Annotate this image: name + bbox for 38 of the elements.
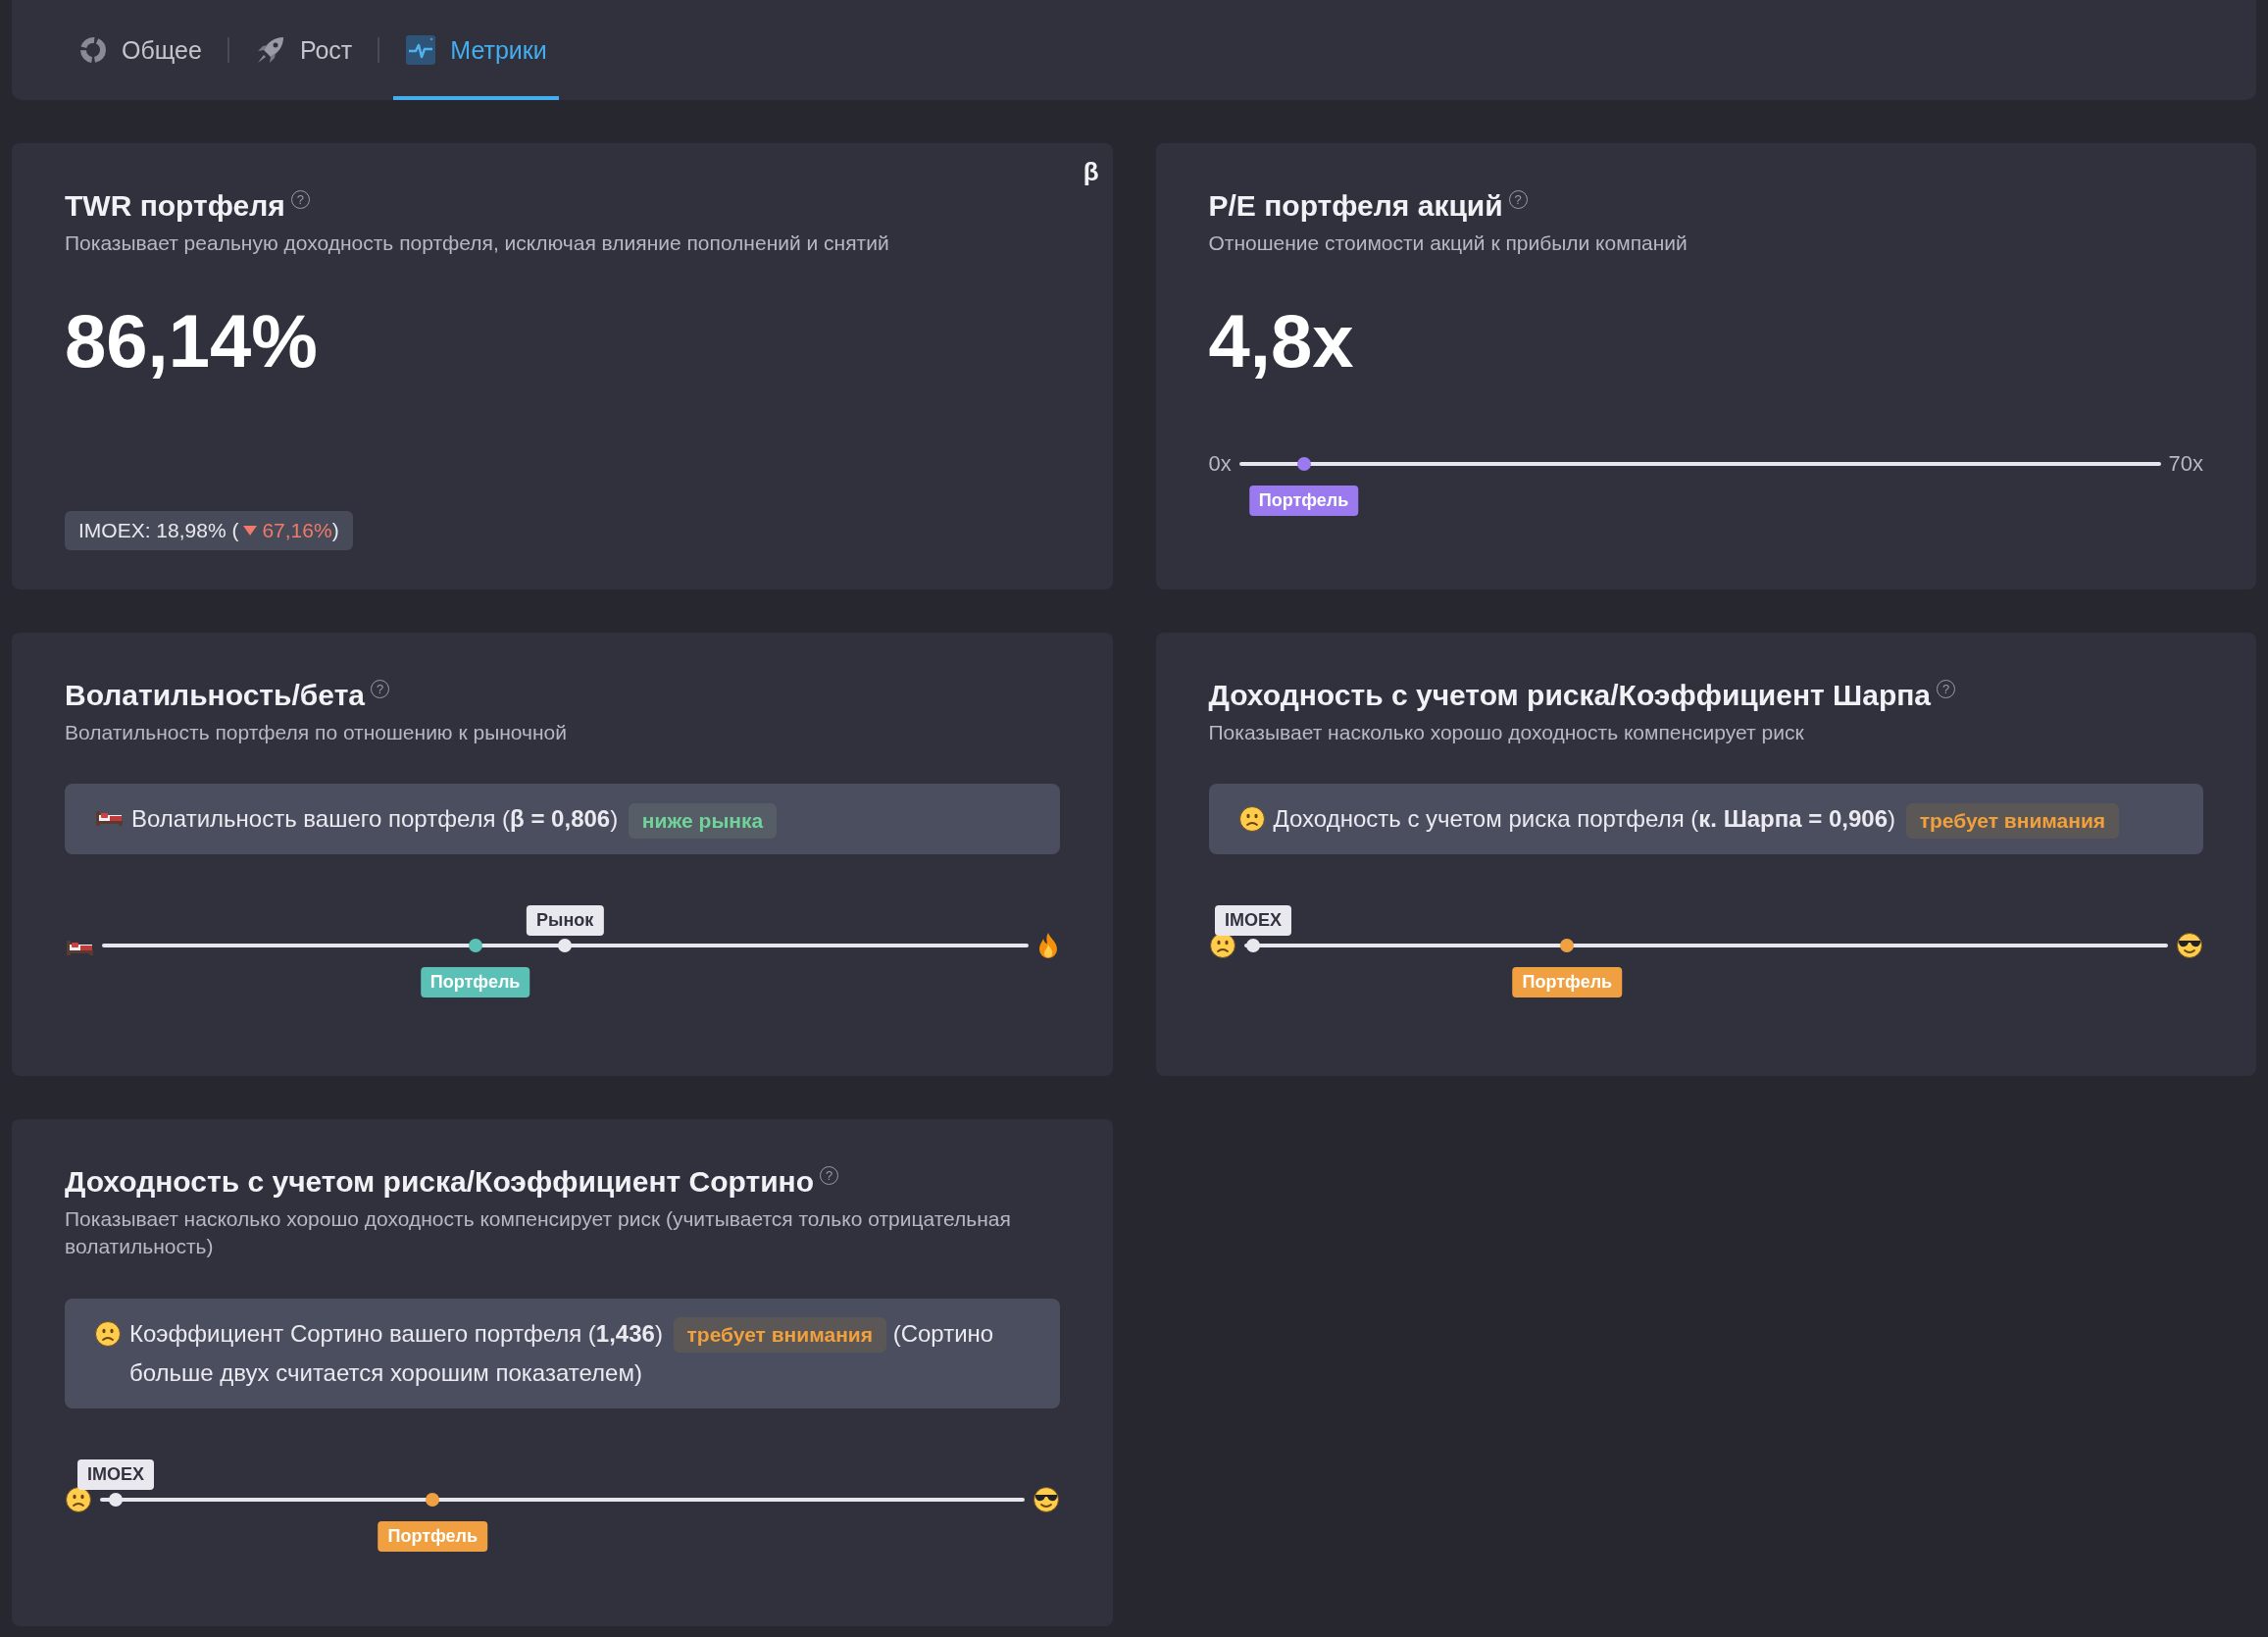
sunglasses-face-icon: [1032, 1485, 1060, 1513]
sunglasses-face-icon: [2176, 932, 2203, 960]
marker-label: Портфель: [378, 1520, 488, 1552]
tab[interactable]: Общее: [67, 0, 214, 100]
marker-label: Рынок: [527, 905, 604, 937]
metric-value: 4,8x: [1208, 304, 1355, 380]
status-text: Коэффициент Сортино вашего портфеля (1,436) требует внимания (Сортино больше двух считается хорошим показателем): [129, 1316, 995, 1388]
marker-label: Портфель: [1248, 486, 1359, 517]
marker-label: IMOEX: [1214, 905, 1291, 937]
benchmark-value: IMOEX: 18,98% (: [78, 519, 239, 542]
pulse-chart-icon: [405, 34, 437, 66]
metric-value: 86,14%: [65, 304, 319, 380]
frowning-face-icon: [65, 1485, 92, 1513]
status-text: Доходность с учетом риска портфеля (к. Шарпа = 0,906) требует внимания: [1273, 799, 2174, 840]
marker-label: Портфель: [420, 967, 530, 998]
scale-max-label: 70x: [2168, 451, 2203, 478]
benchmark-difference: 67,16%: [262, 519, 332, 542]
card-subtitle: Показывает реальную доходность портфеля, исключая влияние пополнений и снятий: [65, 230, 890, 256]
status-text: Волатильность вашего портфеля (β = 0,806) ниже рынка: [131, 799, 1031, 840]
tab[interactable]: Метрики: [393, 0, 559, 100]
card-subtitle: Волатильность портфеля по отношению к рыночной: [65, 720, 568, 745]
card-title: Волатильность/бета: [65, 678, 366, 713]
card-title: Доходность с учетом риска/Коэффициент Шарпа: [1208, 678, 1931, 713]
benchmark-value: ): [331, 519, 339, 542]
frowning-face-icon: [94, 1319, 122, 1348]
beta-mark: β: [1083, 157, 1099, 187]
marker-label: IMOEX: [77, 1458, 154, 1490]
donut-chart-icon: [78, 35, 108, 65]
frowning-face-icon: [1237, 805, 1266, 834]
card-title: Доходность с учетом риска/Коэффициент Сортино: [65, 1164, 815, 1200]
card-title: P/E портфеля акций: [1208, 188, 1503, 224]
card-subtitle: Показывает насколько хорошо доходность компенсирует риск: [1208, 720, 1805, 745]
tab[interactable]: Рост: [242, 0, 365, 100]
card-title: TWR портфеля: [65, 188, 285, 224]
card-subtitle: Отношение стоимости акций к прибыли компаний: [1208, 230, 1688, 256]
scale-min-label: 0x: [1208, 451, 1232, 478]
marker-label: Портфель: [1512, 967, 1623, 998]
card-subtitle: Показывает насколько хорошо доходность компенсирует риск (учитывается только отрицательная волатильность): [65, 1206, 1012, 1260]
